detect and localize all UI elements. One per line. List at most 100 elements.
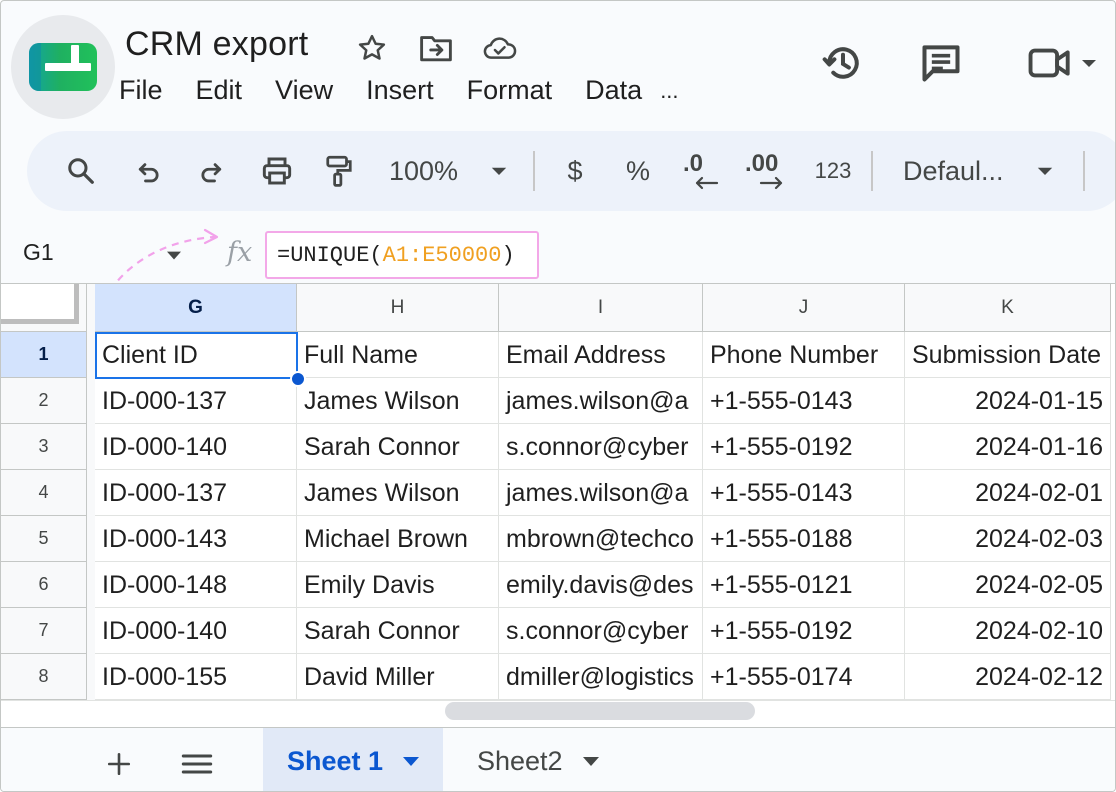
cell-i5[interactable]: mbrown@techco xyxy=(499,516,703,562)
column-header-i[interactable]: I xyxy=(499,284,703,332)
cell-k3[interactable]: 2024-01-16 xyxy=(905,424,1111,470)
select-all-corner[interactable] xyxy=(1,284,87,332)
cell-i2[interactable]: james.wilson@a xyxy=(499,378,703,424)
sheet-tab-sheet2[interactable]: Sheet2 xyxy=(453,728,623,791)
cell-k6[interactable]: 2024-02-05 xyxy=(905,562,1111,608)
spreadsheet-window: CRM export File Edit View Insert Format … xyxy=(0,0,1116,792)
cell-h1[interactable]: Full Name xyxy=(297,332,499,378)
cell-g4[interactable]: ID-000-137 xyxy=(95,470,297,516)
cell-k2[interactable]: 2024-01-15 xyxy=(905,378,1111,424)
sheet-tab-bar: Sheet 1 Sheet2 xyxy=(1,727,1115,791)
sheet-tab-sheet-1[interactable]: Sheet 1 xyxy=(263,728,444,791)
cell-i1[interactable]: Email Address xyxy=(499,332,703,378)
sheets-logo-icon[interactable] xyxy=(11,15,115,119)
column-header-j[interactable]: J xyxy=(703,284,905,332)
font-caret-icon[interactable] xyxy=(1033,149,1057,193)
currency-format-button[interactable]: $ xyxy=(563,149,587,193)
cell-g5[interactable]: ID-000-143 xyxy=(95,516,297,562)
cell-i7[interactable]: s.connor@cyber xyxy=(499,608,703,654)
number-format-button[interactable]: 123 xyxy=(811,149,855,193)
comment-icon[interactable] xyxy=(917,39,965,87)
cell-i4[interactable]: james.wilson@a xyxy=(499,470,703,516)
menu-insert[interactable]: Insert xyxy=(366,75,434,107)
cell-g6[interactable]: ID-000-148 xyxy=(95,562,297,608)
redo-icon[interactable] xyxy=(193,149,229,193)
cell-j2[interactable]: +1-555-0143 xyxy=(703,378,905,424)
name-box[interactable]: G1 xyxy=(23,239,54,266)
formula-input[interactable]: =UNIQUE(A1:E50000) xyxy=(265,231,539,279)
cell-g2[interactable]: ID-000-137 xyxy=(95,378,297,424)
cell-i8[interactable]: dmiller@logistics xyxy=(499,654,703,700)
cell-i3[interactable]: s.connor@cyber xyxy=(499,424,703,470)
cell-g7[interactable]: ID-000-140 xyxy=(95,608,297,654)
menu-more[interactable]: ... xyxy=(660,75,678,107)
column-header-k[interactable]: K xyxy=(905,284,1111,332)
cell-h4[interactable]: James Wilson xyxy=(297,470,499,516)
font-select[interactable]: Defaul... xyxy=(903,149,1015,193)
row-header-5[interactable]: 5 xyxy=(1,516,87,562)
row-header-7[interactable]: 7 xyxy=(1,608,87,654)
cell-k8[interactable]: 2024-02-12 xyxy=(905,654,1111,700)
cell-g1[interactable]: Client ID xyxy=(95,332,297,378)
cell-j1[interactable]: Phone Number xyxy=(703,332,905,378)
cell-j3[interactable]: +1-555-0192 xyxy=(703,424,905,470)
chevron-down-icon[interactable] xyxy=(403,756,420,766)
row-header-4[interactable]: 4 xyxy=(1,470,87,516)
cell-h8[interactable]: David Miller xyxy=(297,654,499,700)
row-header-1[interactable]: 1 xyxy=(1,332,87,378)
cell-g3[interactable]: ID-000-140 xyxy=(95,424,297,470)
search-icon[interactable] xyxy=(63,149,99,193)
row-header-2[interactable]: 2 xyxy=(1,378,87,424)
plus-icon[interactable] xyxy=(99,744,139,784)
cell-h5[interactable]: Michael Brown xyxy=(297,516,499,562)
toolbar-divider xyxy=(533,151,535,191)
column-header-g[interactable]: G xyxy=(95,284,297,332)
menu-file[interactable]: File xyxy=(119,75,163,107)
zoom-caret-icon[interactable] xyxy=(487,149,511,193)
cell-k7[interactable]: 2024-02-10 xyxy=(905,608,1111,654)
history-icon[interactable] xyxy=(819,39,867,87)
document-title[interactable]: CRM export xyxy=(125,25,308,64)
cell-k4[interactable]: 2024-02-01 xyxy=(905,470,1111,516)
row-header-3[interactable]: 3 xyxy=(1,424,87,470)
undo-icon[interactable] xyxy=(131,149,167,193)
column-header-h[interactable]: H xyxy=(297,284,499,332)
cell-j5[interactable]: +1-555-0188 xyxy=(703,516,905,562)
cell-g8[interactable]: ID-000-155 xyxy=(95,654,297,700)
cell-h3[interactable]: Sarah Connor xyxy=(297,424,499,470)
menu-lines-icon[interactable] xyxy=(177,744,217,784)
cell-j8[interactable]: +1-555-0174 xyxy=(703,654,905,700)
menu-data[interactable]: Data xyxy=(585,75,642,107)
cell-h7[interactable]: Sarah Connor xyxy=(297,608,499,654)
increase-decimal-button[interactable]: .00 xyxy=(745,149,789,193)
video-call-icon[interactable] xyxy=(1027,39,1111,87)
cell-i6[interactable]: emily.davis@des xyxy=(499,562,703,608)
menu-edit[interactable]: Edit xyxy=(196,75,243,107)
chevron-down-icon[interactable] xyxy=(582,756,599,766)
menu-view[interactable]: View xyxy=(275,75,333,107)
scrollbar-thumb[interactable] xyxy=(445,702,755,720)
row-header-8[interactable]: 8 xyxy=(1,654,87,700)
print-icon[interactable] xyxy=(257,149,297,193)
formula-range: A1:E50000 xyxy=(382,243,502,268)
move-to-folder-icon[interactable] xyxy=(419,31,453,65)
frozen-column-gap xyxy=(87,284,95,728)
cell-j4[interactable]: +1-555-0143 xyxy=(703,470,905,516)
row-header-6[interactable]: 6 xyxy=(1,562,87,608)
percent-format-button[interactable]: % xyxy=(625,149,651,193)
cell-j7[interactable]: +1-555-0192 xyxy=(703,608,905,654)
paint-format-icon[interactable] xyxy=(321,149,357,193)
cell-h2[interactable]: James Wilson xyxy=(297,378,499,424)
zoom-select[interactable]: 100% xyxy=(389,149,469,193)
arrow-right-icon xyxy=(759,176,783,190)
cell-k1[interactable]: Submission Date xyxy=(905,332,1111,378)
cell-j6[interactable]: +1-555-0121 xyxy=(703,562,905,608)
toolbar: 100% $ % .0 .00 123 Defaul... xyxy=(27,131,1115,211)
star-icon[interactable] xyxy=(355,31,389,65)
cell-k5[interactable]: 2024-02-03 xyxy=(905,516,1111,562)
fill-handle[interactable] xyxy=(290,371,306,387)
decrease-decimal-button[interactable]: .0 xyxy=(683,149,723,193)
cloud-saved-icon[interactable] xyxy=(483,31,517,65)
menu-format[interactable]: Format xyxy=(467,75,553,107)
cell-h6[interactable]: Emily Davis xyxy=(297,562,499,608)
